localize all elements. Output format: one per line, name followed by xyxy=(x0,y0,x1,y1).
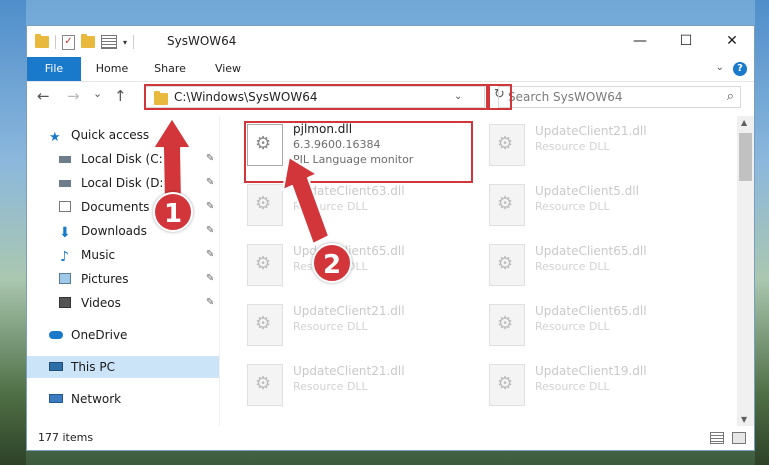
step-badge-2: 2 xyxy=(312,243,352,283)
annotation-arrows xyxy=(152,117,330,245)
arrow-2 xyxy=(282,156,330,245)
step-badge-1: 1 xyxy=(153,192,193,232)
explorer-window: ✓ ▾ SysWOW64 — ☐ ✕ File Home Share View … xyxy=(26,25,755,451)
desktop-background-left xyxy=(0,0,26,465)
desktop-background-right xyxy=(755,0,769,465)
